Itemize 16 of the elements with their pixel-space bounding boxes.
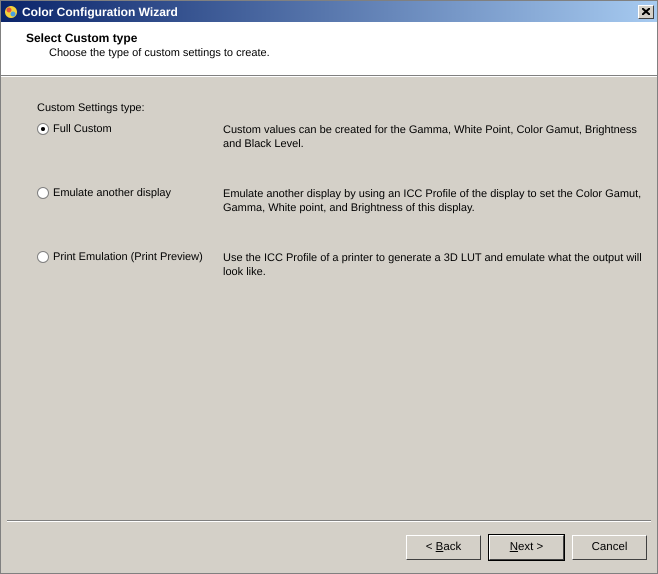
option-description: Emulate another display by using an ICC Profile of the display to set the Color Gamut, Gamma, White point, and Brightness of this display.	[223, 187, 642, 215]
wizard-button[interactable]: Next >	[489, 534, 564, 560]
wizard-button[interactable]: < Back	[406, 534, 481, 560]
radio-option[interactable]: Emulate another display	[37, 187, 223, 199]
group-label: Custom Settings type:	[37, 102, 146, 114]
page-title: Select Custom type	[26, 31, 138, 45]
close-icon	[642, 8, 650, 15]
page-subtitle: Choose the type of custom settings to create.	[48, 47, 271, 59]
option-description: Custom values can be created for the Gamma, White Point, Color Gamut, Brightness and Black Level.	[223, 123, 638, 151]
app-icon	[4, 4, 18, 18]
radio-option[interactable]: Full Custom	[37, 123, 223, 135]
option-description: Use the ICC Profile of a printer to generate a 3D LUT and emulate what the output will look like.	[223, 251, 643, 279]
radio-option[interactable]: Print Emulation (Print Preview)	[37, 251, 223, 263]
close-button[interactable]	[638, 4, 654, 18]
wizard-button[interactable]: Cancel	[572, 534, 647, 560]
window-title: Color Configuration Wizard	[22, 4, 179, 18]
